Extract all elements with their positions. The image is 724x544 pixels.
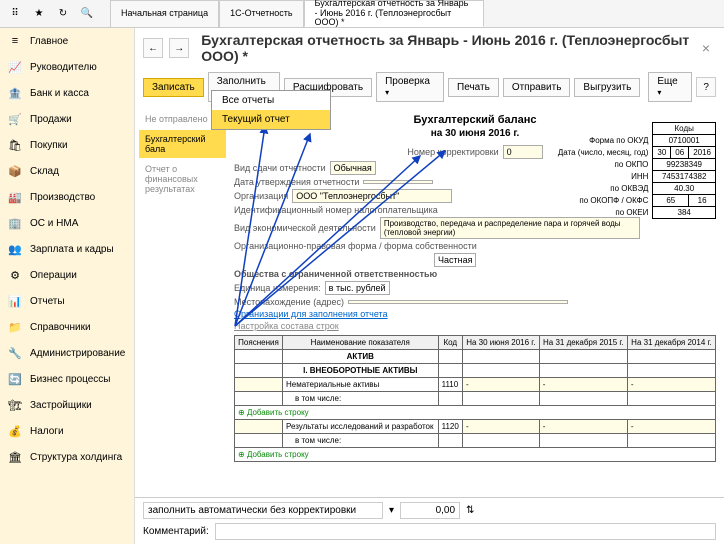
print-button[interactable]: Печать <box>448 78 499 97</box>
sidebar-item-bank[interactable]: 🏦Банк и касса <box>0 80 134 106</box>
close-button[interactable]: × <box>696 40 716 56</box>
history-icon[interactable]: ↻ <box>54 5 72 23</box>
org-icon: 🏛 <box>8 450 22 464</box>
sidebar-item-manager[interactable]: 📈Руководителю <box>0 54 134 80</box>
save-button[interactable]: Записать <box>143 78 204 97</box>
sidebar-item-directories[interactable]: 📁Справочники <box>0 314 134 340</box>
tab-reporting[interactable]: 1С-Отчетность <box>219 0 303 27</box>
export-button[interactable]: Выгрузить <box>574 78 640 97</box>
more-button[interactable]: Еще <box>648 72 692 102</box>
subnav-fin-results[interactable]: Отчет о финансовых результатах <box>139 160 226 198</box>
cart-icon: 🛒 <box>8 112 22 126</box>
table-row[interactable]: Результаты исследований и разработок1120… <box>235 420 716 434</box>
cycle-icon: 🔄 <box>8 372 22 386</box>
bank-icon: 🏦 <box>8 86 22 100</box>
sidebar-item-admin[interactable]: 🔧Администрирование <box>0 340 134 366</box>
sidebar-item-sales[interactable]: 🛒Продажи <box>0 106 134 132</box>
comment-input[interactable] <box>215 523 716 540</box>
chevron-down-icon[interactable]: ▾ <box>389 505 394 516</box>
sidebar-item-purchases[interactable]: 🛍Покупки <box>0 132 134 158</box>
sidebar-item-operations[interactable]: ⚙Операции <box>0 262 134 288</box>
tab-current-report[interactable]: Бухгалтерская отчетность за Январь - Июн… <box>304 0 484 27</box>
form-input[interactable]: Частная <box>434 253 476 267</box>
add-row-link[interactable]: Добавить строку <box>235 448 716 462</box>
sidebar-item-main[interactable]: ≡Главное <box>0 28 134 54</box>
stepper-icon[interactable]: ⇅ <box>466 505 474 516</box>
money-icon: 💰 <box>8 424 22 438</box>
people-icon: 👥 <box>8 242 22 256</box>
sidebar-item-developers[interactable]: 🏗Застройщики <box>0 392 134 418</box>
activity-input[interactable]: Производство, передача и распределение п… <box>380 217 640 239</box>
page-title: Бухгалтерская отчетность за Январь - Июн… <box>201 32 690 64</box>
menu-all-reports[interactable]: Все отчеты <box>212 91 330 110</box>
folder-icon: 📁 <box>8 320 22 334</box>
codes-table: Коды Форма по ОКУД0710001 Дата (число, м… <box>554 122 716 219</box>
bag-icon: 🛍 <box>8 138 22 152</box>
menu-current-report[interactable]: Текущий отчет <box>212 110 330 129</box>
sidebar-item-bizproc[interactable]: 🔄Бизнес процессы <box>0 366 134 392</box>
corr-input[interactable]: 0 <box>503 145 543 159</box>
table-row[interactable]: Нематериальные активы1110 --- <box>235 378 716 392</box>
corr-label: Номер корректировки <box>407 147 498 157</box>
box-icon: 📦 <box>8 164 22 178</box>
sidebar: ≡Главное 📈Руководителю 🏦Банк и касса 🛒Пр… <box>0 28 135 544</box>
balance-table: Пояснения Наименование показателя Код На… <box>234 335 716 462</box>
value-input[interactable]: 0,00 <box>400 502 460 519</box>
mode-select[interactable]: заполнить автоматически без корректировк… <box>143 502 383 519</box>
fill-dropdown: Все отчеты Текущий отчет <box>211 90 331 130</box>
star-icon[interactable]: ★ <box>30 5 48 23</box>
sidebar-item-production[interactable]: 🏭Производство <box>0 184 134 210</box>
chart-icon: 📈 <box>8 60 22 74</box>
date-appr-input[interactable] <box>363 180 433 184</box>
nav-back-button[interactable]: ← <box>143 38 163 58</box>
building-icon: 🏢 <box>8 216 22 230</box>
subnav-balance[interactable]: Бухгалтерский бала <box>139 130 226 158</box>
link-rows[interactable]: Настройка состава строк <box>234 321 339 331</box>
help-button[interactable]: ? <box>696 77 716 97</box>
crane-icon: 🏗 <box>8 398 22 412</box>
factory-icon: 🏭 <box>8 190 22 204</box>
tab-home[interactable]: Начальная страница <box>110 0 219 27</box>
org-input[interactable]: ООО "Теплоэнергосбыт" <box>292 189 452 203</box>
gear-icon: ⚙ <box>8 268 22 282</box>
check-button[interactable]: Проверка <box>376 72 444 102</box>
addr-input[interactable] <box>348 300 568 304</box>
report-icon: 📊 <box>8 294 22 308</box>
vid-sdachi-input[interactable]: Обычная <box>330 161 376 175</box>
unit-input[interactable]: в тыс. рублей <box>325 281 390 295</box>
nav-forward-button[interactable]: → <box>169 38 189 58</box>
comment-label: Комментарий: <box>143 526 209 537</box>
menu-icon: ≡ <box>8 34 22 48</box>
sidebar-item-salary[interactable]: 👥Зарплата и кадры <box>0 236 134 262</box>
link-orgs[interactable]: Организации для заполнения отчета <box>234 309 388 319</box>
sidebar-item-warehouse[interactable]: 📦Склад <box>0 158 134 184</box>
wrench-icon: 🔧 <box>8 346 22 360</box>
sidebar-item-taxes[interactable]: 💰Налоги <box>0 418 134 444</box>
sidebar-item-assets[interactable]: 🏢ОС и НМА <box>0 210 134 236</box>
send-button[interactable]: Отправить <box>503 78 571 97</box>
apps-icon[interactable]: ⠿ <box>6 5 24 23</box>
add-row-link[interactable]: Добавить строку <box>235 406 716 420</box>
sidebar-item-holding[interactable]: 🏛Структура холдинга <box>0 444 134 470</box>
sidebar-item-reports[interactable]: 📊Отчеты <box>0 288 134 314</box>
search-icon[interactable]: 🔍 <box>78 5 96 23</box>
